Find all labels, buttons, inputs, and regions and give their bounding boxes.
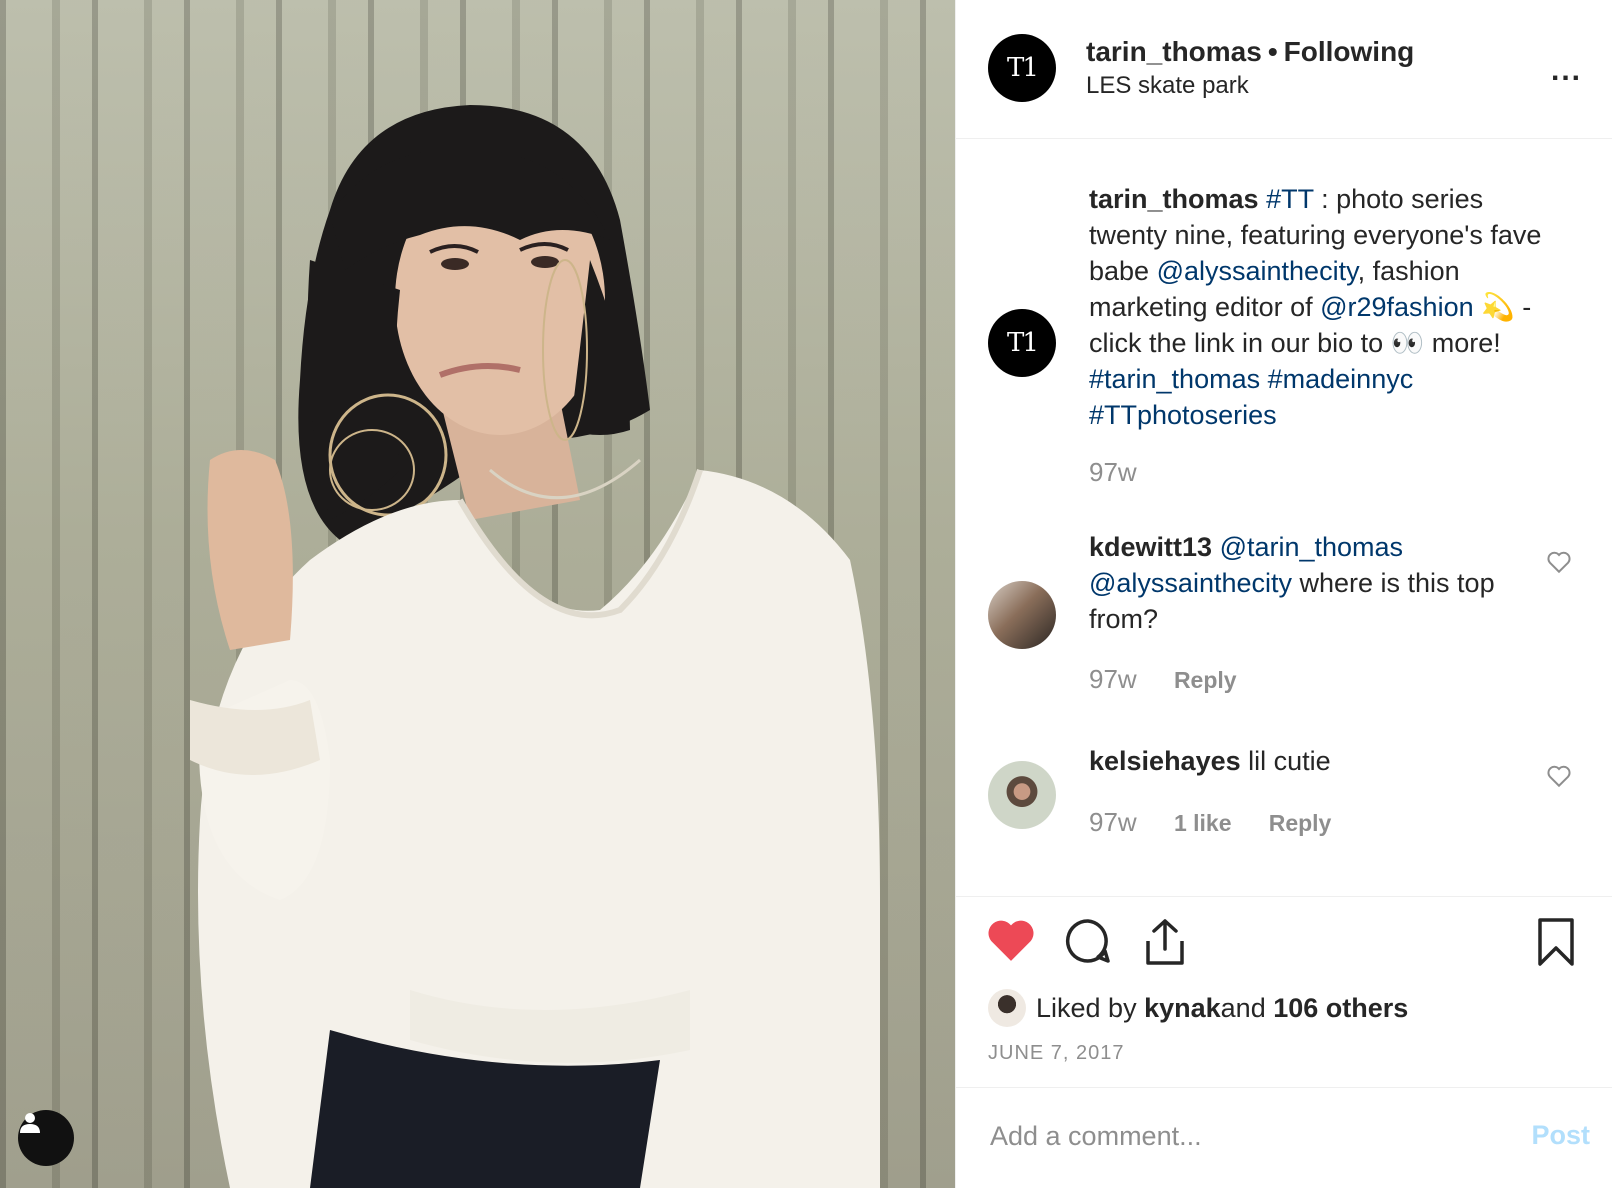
more-icon[interactable]: ...: [1551, 54, 1582, 88]
likes-middle: and: [1220, 992, 1266, 1023]
comment-text: kdewitt13 @tarin_thomas @alyssainthecity…: [1089, 529, 1559, 637]
hashtag-tarin-thomas[interactable]: #tarin_thomas: [1089, 364, 1260, 394]
mention-tarin-thomas[interactable]: @tarin_thomas: [1220, 532, 1404, 562]
likes-prefix: Liked by: [1036, 992, 1137, 1023]
bookmark-icon[interactable]: [1536, 917, 1576, 967]
commenter-avatar[interactable]: [988, 581, 1056, 649]
caption-username[interactable]: tarin_thomas: [1089, 184, 1259, 214]
follow-status-button[interactable]: Following: [1284, 36, 1415, 67]
share-icon[interactable]: [1142, 917, 1188, 967]
liker-username[interactable]: kynak: [1144, 993, 1221, 1024]
add-comment-bar: Post: [956, 1088, 1612, 1190]
heart-icon[interactable]: [986, 917, 1036, 963]
comment-likes-count[interactable]: 1 like: [1174, 810, 1232, 836]
location-link[interactable]: LES skate park: [1086, 72, 1249, 100]
mention-r29fashion[interactable]: @r29fashion: [1320, 292, 1474, 322]
comment-like-icon[interactable]: [1546, 549, 1572, 575]
reply-button[interactable]: Reply: [1174, 667, 1237, 693]
post-container: T1 tarin_thomas • Following LES skate park…: [0, 0, 1612, 1188]
side-panel: T1 tarin_thomas • Following LES skate park…: [955, 0, 1612, 1188]
separator-dot: •: [1267, 36, 1278, 67]
caption-meta: 97w: [1089, 457, 1167, 488]
author-username[interactable]: tarin_thomas: [1086, 36, 1262, 67]
comment-input[interactable]: [988, 1110, 1492, 1162]
header-user-line: tarin_thomas • Following: [1086, 36, 1414, 68]
author-avatar[interactable]: T1: [988, 34, 1056, 102]
caption-space-1: [1260, 364, 1268, 394]
comment-icon[interactable]: [1064, 917, 1112, 965]
comment-username[interactable]: kdewitt13: [1089, 532, 1212, 562]
likes-summary: Liked by kynak and 106 others: [988, 989, 1408, 1027]
comments-section: T1 tarin_thomas #TT : photo series twent…: [956, 139, 1612, 897]
comment-time[interactable]: 97w: [1089, 664, 1137, 694]
comment-meta: 97w Reply: [1089, 664, 1267, 695]
comment-body: lil cutie: [1240, 746, 1331, 776]
commenter-avatar[interactable]: [988, 761, 1056, 829]
post-date[interactable]: JUNE 7, 2017: [988, 1042, 1125, 1065]
post-comment-button[interactable]: Post: [1531, 1120, 1590, 1151]
hashtag-tt[interactable]: #TT: [1266, 184, 1314, 214]
user-tag-icon: [20, 1113, 40, 1133]
post-photo[interactable]: [0, 0, 955, 1188]
likes-others-link[interactable]: 106 others: [1273, 993, 1408, 1024]
caption-time[interactable]: 97w: [1089, 457, 1137, 487]
reply-button[interactable]: Reply: [1269, 810, 1332, 836]
post-header: T1 tarin_thomas • Following LES skate park…: [956, 0, 1612, 139]
caption-avatar[interactable]: T1: [988, 309, 1056, 377]
comment-username[interactable]: kelsiehayes: [1089, 746, 1241, 776]
comment-text: kelsiehayes lil cutie: [1089, 743, 1559, 779]
mention-alyssainthecity[interactable]: @alyssainthecity: [1089, 568, 1292, 598]
hashtag-madeinnyc[interactable]: #madeinnyc: [1268, 364, 1414, 394]
caption-text: tarin_thomas #TT : photo series twenty n…: [1089, 181, 1559, 433]
hashtag-ttphotoseries[interactable]: #TTphotoseries: [1089, 400, 1277, 430]
liker-avatar[interactable]: [988, 989, 1026, 1027]
user-tag-button[interactable]: [18, 1110, 74, 1166]
actions-section: Liked by kynak and 106 others JUNE 7, 20…: [956, 897, 1612, 1088]
mention-alyssainthecity[interactable]: @alyssainthecity: [1157, 256, 1358, 286]
comment-meta: 97w 1 like Reply: [1089, 807, 1361, 838]
comment-time[interactable]: 97w: [1089, 807, 1137, 837]
comment-like-icon[interactable]: [1546, 763, 1572, 789]
photo-illustration: [190, 105, 880, 1188]
